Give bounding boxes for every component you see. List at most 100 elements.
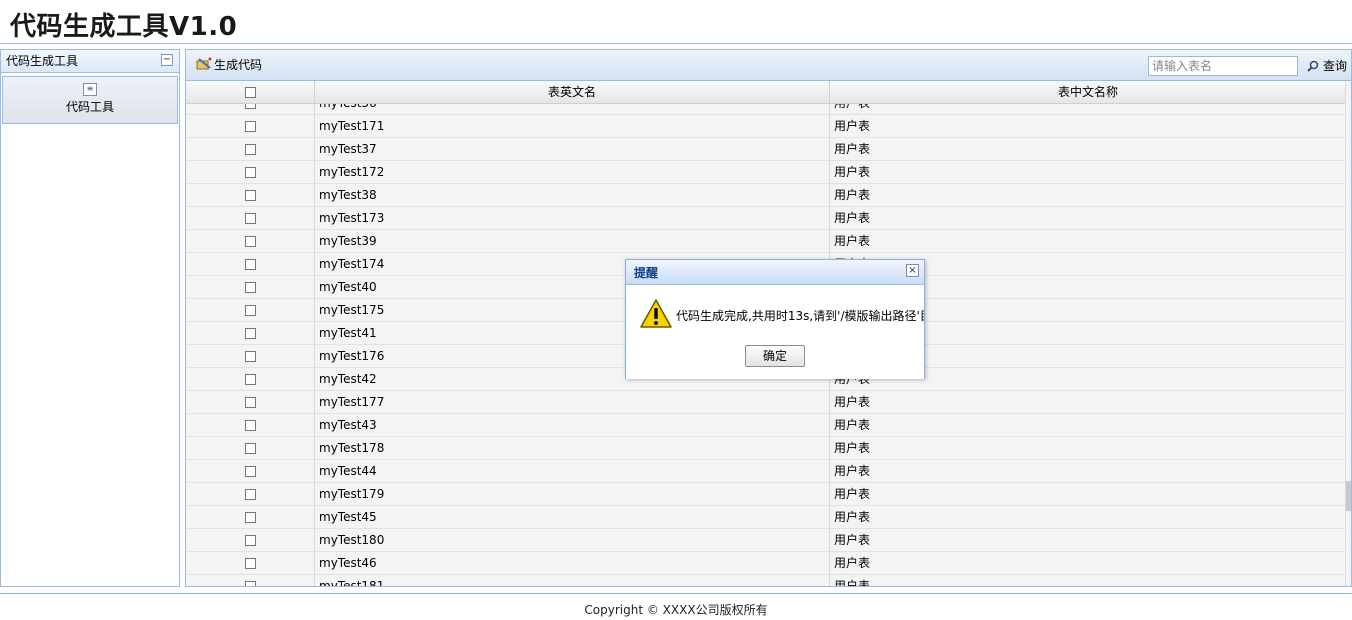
row-select-cell [186, 253, 315, 275]
row-checkbox[interactable] [244, 259, 256, 270]
row-checkbox[interactable] [244, 397, 256, 408]
row-select-cell [186, 138, 315, 160]
column-header-english-name[interactable]: 表英文名 [315, 81, 830, 103]
dialog-message: 代码生成完成,共用时13s,请到'/模版输出路径'目录下查看 [676, 309, 924, 323]
table-row[interactable]: myTest179 用户表 [186, 483, 1347, 506]
row-checkbox[interactable] [244, 328, 256, 339]
generate-code-button[interactable]: 生成代码 [196, 56, 262, 74]
table-row[interactable]: myTest177 用户表 [186, 391, 1347, 414]
search-button[interactable]: 查询 [1307, 57, 1347, 74]
table-row[interactable]: myTest171 用户表 [186, 115, 1347, 138]
cell-chinese-name: 用户表 [830, 552, 1347, 574]
row-select-cell [186, 184, 315, 206]
search-label: 查询 [1323, 59, 1348, 73]
row-checkbox[interactable] [244, 190, 256, 201]
cell-english-name: myTest181 [315, 575, 830, 586]
cell-chinese-name: 用户表 [830, 230, 1347, 252]
row-checkbox[interactable] [244, 466, 256, 477]
table-row[interactable]: myTest178 用户表 [186, 437, 1347, 460]
cell-chinese-name: 用户表 [830, 529, 1347, 551]
list-icon: ≡ [83, 83, 97, 96]
row-checkbox[interactable] [244, 305, 256, 316]
cell-chinese-name: 用户表 [830, 414, 1347, 436]
row-checkbox[interactable] [244, 512, 256, 523]
row-checkbox[interactable] [244, 374, 256, 385]
cell-english-name: myTest178 [315, 437, 830, 459]
sidebar-header: 代码生成工具 − [1, 50, 179, 73]
row-select-cell [186, 161, 315, 183]
row-select-cell [186, 115, 315, 137]
table-row[interactable]: myTest37 用户表 [186, 138, 1347, 161]
table-row[interactable]: myTest38 用户表 [186, 184, 1347, 207]
cell-english-name: myTest38 [315, 184, 830, 206]
row-checkbox[interactable] [244, 121, 256, 132]
row-checkbox[interactable] [244, 144, 256, 155]
table-row[interactable]: myTest43 用户表 [186, 414, 1347, 437]
row-checkbox[interactable] [244, 489, 256, 500]
table-header: 表英文名 表中文名称 [186, 81, 1347, 104]
row-select-cell [186, 437, 315, 459]
row-select-cell [186, 207, 315, 229]
cell-chinese-name: 用户表 [830, 207, 1347, 229]
row-checkbox[interactable] [244, 104, 256, 109]
cell-chinese-name: 用户表 [830, 437, 1347, 459]
row-checkbox[interactable] [244, 282, 256, 293]
select-all-checkbox[interactable] [244, 87, 256, 98]
row-checkbox[interactable] [244, 443, 256, 454]
table-row[interactable]: myTest44 用户表 [186, 460, 1347, 483]
cell-english-name: myTest172 [315, 161, 830, 183]
row-select-cell [186, 104, 315, 114]
row-select-cell [186, 529, 315, 551]
table-row[interactable]: myTest46 用户表 [186, 552, 1347, 575]
search-icon [1307, 60, 1319, 72]
row-checkbox[interactable] [244, 420, 256, 431]
row-checkbox[interactable] [244, 581, 256, 586]
cell-chinese-name: 用户表 [830, 391, 1347, 413]
cell-chinese-name: 用户表 [830, 483, 1347, 505]
cell-english-name: myTest180 [315, 529, 830, 551]
table-row[interactable]: myTest36用户表 [186, 104, 1347, 115]
alert-dialog: 提醒 × 代码生成完成,共用时13s,请到'/模版输出路径'目录下查看 确定 [625, 259, 925, 379]
generate-icon [196, 57, 212, 70]
column-header-chinese-name[interactable]: 表中文名称 [830, 81, 1347, 103]
cell-chinese-name: 用户表 [830, 575, 1347, 586]
table-row[interactable]: myTest180 用户表 [186, 529, 1347, 552]
dialog-header: 提醒 × [626, 260, 924, 285]
sidebar-title: 代码生成工具 [6, 54, 79, 68]
row-select-cell [186, 276, 315, 298]
ok-button[interactable]: 确定 [745, 345, 805, 367]
table-row[interactable]: myTest39 用户表 [186, 230, 1347, 253]
sidebar-item-code-tool[interactable]: ≡ 代码工具 [2, 76, 178, 124]
row-checkbox[interactable] [244, 236, 256, 247]
row-select-cell [186, 575, 315, 586]
row-checkbox[interactable] [244, 535, 256, 546]
scrollbar-thumb[interactable] [1346, 481, 1351, 511]
row-select-cell [186, 414, 315, 436]
table-row[interactable]: myTest181 用户表 [186, 575, 1347, 586]
vertical-scrollbar[interactable] [1345, 81, 1351, 586]
cell-english-name: myTest37 [315, 138, 830, 160]
table-row[interactable]: myTest173 用户表 [186, 207, 1347, 230]
collapse-button[interactable]: − [161, 54, 173, 66]
row-select-cell [186, 552, 315, 574]
cell-english-name: myTest173 [315, 207, 830, 229]
row-select-cell [186, 460, 315, 482]
generate-label: 生成代码 [214, 58, 263, 72]
table-row[interactable]: myTest45 用户表 [186, 506, 1347, 529]
cell-english-name: myTest46 [315, 552, 830, 574]
cell-english-name: myTest45 [315, 506, 830, 528]
row-checkbox[interactable] [244, 558, 256, 569]
cell-english-name: myTest177 [315, 391, 830, 413]
footer-copyright: Copyright © XXXX公司版权所有 [584, 603, 768, 617]
cell-chinese-name: 用户表 [830, 460, 1347, 482]
cell-english-name: myTest44 [315, 460, 830, 482]
warning-icon [640, 299, 672, 328]
search-input[interactable] [1148, 56, 1298, 76]
close-icon[interactable]: × [906, 264, 919, 277]
row-checkbox[interactable] [244, 351, 256, 362]
row-checkbox[interactable] [244, 167, 256, 178]
table-row[interactable]: myTest172 用户表 [186, 161, 1347, 184]
row-select-cell [186, 345, 315, 367]
cell-chinese-name: 用户表 [830, 506, 1347, 528]
row-checkbox[interactable] [244, 213, 256, 224]
